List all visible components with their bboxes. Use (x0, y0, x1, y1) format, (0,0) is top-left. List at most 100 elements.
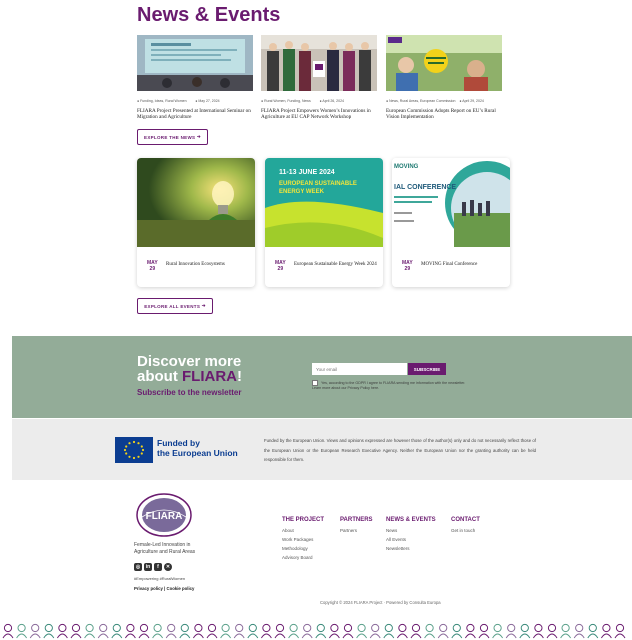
pattern-figure (464, 633, 476, 639)
pattern-figure (505, 633, 517, 639)
pattern-figure (2, 633, 14, 639)
pattern-figure (384, 623, 393, 633)
news-title-link[interactable]: European Commission Adopts Report on EU’… (386, 108, 506, 120)
newsletter-subtitle: Subscribe to the newsletter (137, 388, 242, 397)
news-image-seminar[interactable] (137, 35, 253, 91)
news-meta: ● Rural Women, Funding, News ● April 26,… (261, 99, 344, 103)
pattern-figure (289, 623, 298, 633)
eu-flag-icon (115, 437, 153, 463)
pattern-figure (356, 633, 368, 639)
event-image-moving-conference: MOVING IAL CONFERENCE (392, 158, 510, 247)
footer-link-get-in-touch[interactable]: Get in touch (451, 528, 475, 533)
pattern-figure (519, 633, 531, 639)
pattern-figure (43, 633, 55, 639)
news-title-link[interactable]: FLIARA Project Empowers Women’s Innovati… (261, 108, 381, 120)
event-card[interactable]: 11-13 JUNE 2024 EUROPEAN SUSTAINABLE ENE… (265, 158, 383, 287)
news-meta: ● Funding, Ideas, Rural Women ● May 27, … (137, 99, 220, 103)
pattern-figure (342, 633, 354, 639)
news-title-link[interactable]: FLIARA Project Presented at Internationa… (137, 108, 257, 120)
pattern-figure (588, 623, 597, 633)
pattern-figure (44, 623, 53, 633)
pattern-figure (206, 633, 218, 639)
section-title: News & Events (137, 4, 281, 26)
svg-text:ENERGY WEEK: ENERGY WEEK (279, 189, 325, 195)
pattern-figure (411, 623, 421, 633)
pattern-figure (126, 623, 135, 633)
pattern-figure (573, 633, 585, 639)
pattern-figure (112, 623, 121, 633)
pattern-figure (425, 623, 434, 633)
newsletter-heading: Discover more about FLIARA! (137, 353, 242, 385)
policy-links: Privacy policy | Cookie policy (134, 586, 195, 591)
pattern-figure (439, 623, 448, 633)
pattern-figure (383, 633, 395, 639)
fliara-logo[interactable]: FLIARA (136, 493, 192, 537)
svg-text:FLIARA: FLIARA (146, 511, 183, 522)
facebook-icon[interactable]: f (154, 563, 162, 571)
pattern-figure (70, 633, 82, 639)
subscribe-button[interactable]: SUBSCRIBE (408, 363, 446, 375)
pattern-figure (235, 623, 244, 633)
svg-text:11-13 JUNE 2024: 11-13 JUNE 2024 (279, 169, 335, 176)
pattern-figure (371, 623, 380, 633)
pattern-figure (410, 633, 422, 639)
pattern-figure (3, 623, 13, 633)
pattern-figure (194, 623, 203, 633)
footer-heading-contact: CONTACT (451, 517, 480, 523)
pattern-figure (99, 623, 108, 633)
footer-link-newsletters[interactable]: Newsletters (386, 546, 410, 551)
pattern-figure (546, 633, 558, 639)
pattern-figure (56, 633, 68, 639)
pattern-figure (179, 633, 191, 639)
event-title: MOVING Final Conference (421, 262, 478, 267)
pattern-figure (58, 623, 67, 633)
footer-link-methodology[interactable]: Methodology (282, 546, 308, 551)
pattern-figure (614, 633, 626, 639)
pattern-figure (396, 633, 408, 639)
event-date: MAY 29 (147, 260, 158, 272)
pattern-figure (532, 633, 544, 639)
hashtags: #Empowering #RuralWomen (134, 576, 186, 581)
linkedin-icon[interactable]: in (144, 563, 152, 571)
privacy-policy-link[interactable]: Privacy policy (134, 586, 163, 591)
consent-checkbox-row[interactable]: Yes, according to the GDPR I agree to FL… (312, 380, 472, 391)
news-image-workshop[interactable] (261, 35, 377, 91)
pattern-figure (29, 633, 41, 639)
pattern-figure (602, 623, 611, 633)
pattern-figure (452, 623, 461, 633)
pattern-figure (615, 623, 625, 633)
event-image-energy-week: 11-13 JUNE 2024 EUROPEAN SUSTAINABLE ENE… (265, 158, 383, 247)
footer-link-advisory-board[interactable]: Advisory Board (282, 555, 313, 560)
pattern-figure (560, 633, 572, 639)
footer-link-partners[interactable]: Partners (340, 528, 357, 533)
pattern-figure (357, 623, 366, 633)
event-card[interactable]: MOVING IAL CONFERENCE MAY 29 MOVING Final… (392, 158, 510, 287)
event-title: European Sustainable Energy Week 2024 (294, 262, 377, 267)
pattern-figure (315, 633, 327, 639)
event-card[interactable]: MAY 29 Rural Innovation Ecosystems (137, 158, 255, 287)
footer-heading-news-events: NEWS & EVENTS (386, 517, 436, 523)
pattern-figure (466, 623, 475, 633)
footer-link-work-packages[interactable]: Work Packages (282, 537, 313, 542)
pattern-figure (316, 623, 325, 633)
explore-events-button[interactable]: EXPLORE ALL EVENTS ➔ (137, 298, 213, 314)
email-field[interactable] (312, 363, 407, 375)
news-image-report[interactable] (386, 35, 502, 91)
pattern-figure (492, 633, 504, 639)
pattern-figure (124, 633, 136, 639)
footer-heading-partners: PARTNERS (340, 517, 373, 523)
pattern-figure (479, 623, 489, 633)
explore-news-button[interactable]: EXPLORE THE NEWS ➔ (137, 129, 208, 145)
pattern-figure (343, 623, 353, 633)
footer-link-about[interactable]: About (282, 528, 294, 533)
pattern-figure (111, 633, 123, 639)
cookie-policy-link[interactable]: Cookie policy (167, 586, 195, 591)
footer-link-news[interactable]: News (386, 528, 397, 533)
newsletter-section (12, 336, 632, 418)
x-icon[interactable]: ✕ (164, 563, 172, 571)
footer-link-all-events[interactable]: All Events (386, 537, 406, 542)
arrow-right-icon: ➔ (196, 134, 201, 139)
svg-text:IAL CONFERENCE: IAL CONFERENCE (394, 184, 456, 191)
instagram-icon[interactable]: ◎ (134, 563, 142, 571)
event-date: MAY 29 (402, 260, 413, 272)
